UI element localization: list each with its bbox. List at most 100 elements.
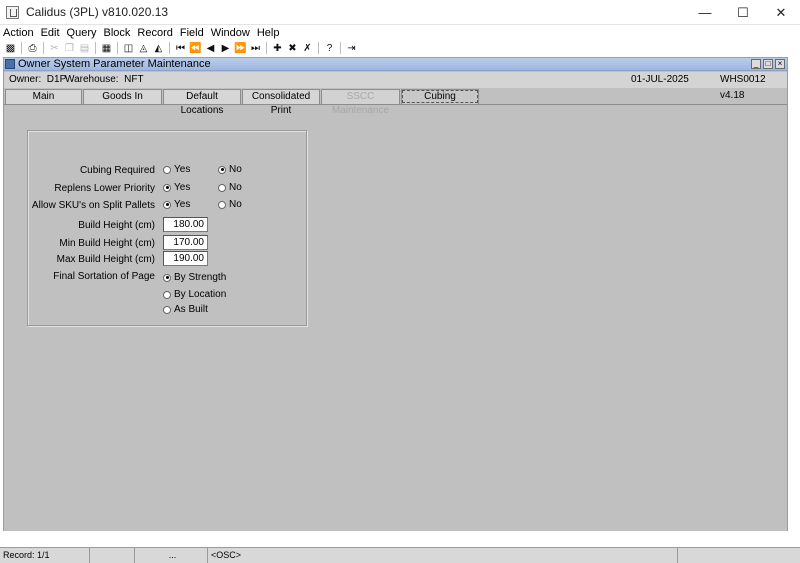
toolbar-separator	[117, 42, 118, 54]
radio-label: By Location	[174, 289, 227, 300]
menu-window[interactable]: Window	[207, 26, 253, 40]
replens-lower-priority-yes-radio[interactable]: Yes	[163, 182, 190, 193]
form-close-button[interactable]: ×	[775, 59, 785, 69]
list-of-values-indicator: ...	[135, 548, 208, 563]
window-title: Calidus (3PL) v810.020.13	[26, 5, 169, 19]
form-maximize-button[interactable]: □	[763, 59, 773, 69]
cubing-required-no-radio[interactable]: No	[218, 164, 242, 175]
radio-circle	[163, 305, 171, 314]
radio-label: No	[229, 199, 242, 210]
first-record-icon[interactable]: ⏮	[174, 42, 187, 55]
owner-value: D1P	[46, 74, 67, 85]
tab-consolidated-print[interactable]: Consolidated Print	[242, 89, 320, 116]
radio-circle	[218, 183, 226, 192]
last-record-icon[interactable]: ⏭	[249, 42, 262, 55]
replens-lower-priority-label: Replens Lower Priority	[54, 183, 155, 194]
menu-record[interactable]: Record	[133, 26, 175, 40]
next-block-icon[interactable]: ⏩	[234, 42, 247, 55]
cubing-parameters-group: Cubing Required Yes No Replens Lower Pri…	[27, 130, 307, 326]
menu-help[interactable]: Help	[253, 26, 283, 40]
maximize-button[interactable]: ☐	[724, 0, 762, 25]
toolbar-separator	[266, 42, 267, 54]
menu-action[interactable]: Action	[0, 26, 37, 40]
form-title: Owner System Parameter Maintenance	[18, 58, 211, 70]
next-record-icon[interactable]: ▶	[219, 42, 232, 55]
cancel-query-icon[interactable]: ◭	[152, 42, 165, 55]
tab-default-locations[interactable]: Default Locations	[163, 89, 241, 116]
window-title-bar: Calidus (3PL) v810.020.13 — ☐ ✕	[0, 0, 800, 25]
enter-query-icon[interactable]: ◫	[122, 42, 135, 55]
tab-main[interactable]: Main	[5, 89, 82, 104]
radio-circle-selected	[163, 273, 171, 282]
paste-icon[interactable]: ▤	[78, 42, 91, 55]
menu-block[interactable]: Block	[100, 26, 134, 40]
build-height-field[interactable]: 180.00	[163, 217, 208, 232]
min-build-height-field[interactable]: 170.00	[163, 235, 208, 250]
execute-query-icon[interactable]: ◬	[137, 42, 150, 55]
toolbar: ▩ ⎙ ✂ ❐ ▤ ▦ ◫ ◬ ◭ ⏮ ⏪ ◀ ▶ ⏩ ⏭ ✚ ✖ ✗ ? ⇥	[0, 40, 800, 56]
replens-lower-priority-no-radio[interactable]: No	[218, 182, 242, 193]
warehouse-value: NFT	[124, 74, 144, 85]
final-sortation-label: Final Sortation of Page	[53, 271, 155, 282]
screen-version: WHS0012 v4.18	[720, 72, 787, 104]
tab-cubing[interactable]: Cubing	[401, 89, 479, 104]
status-right	[678, 548, 800, 563]
message-line	[0, 531, 800, 547]
max-build-height-label: Max Build Height (cm)	[56, 254, 155, 265]
tab-goods-in[interactable]: Goods In	[83, 89, 162, 104]
copy-icon[interactable]: ❐	[63, 42, 76, 55]
context-bar: Owner: D1P Warehouse: NFT 01-JUL-2025 WH…	[4, 72, 787, 101]
menu-query[interactable]: Query	[63, 26, 100, 40]
clear-record-icon[interactable]: ✗	[301, 42, 314, 55]
version-number: v4.18	[720, 90, 745, 101]
help-icon[interactable]: ?	[323, 42, 336, 55]
save-icon[interactable]: ▩	[4, 42, 17, 55]
menu-bar: Action Edit Query Block Record Field Win…	[0, 26, 800, 40]
radio-circle-selected	[163, 200, 171, 209]
allow-skus-split-pallets-label: Allow SKU's on Split Pallets	[31, 200, 155, 211]
cut-icon[interactable]: ✂	[48, 42, 61, 55]
current-date: 01-JUL-2025	[631, 74, 689, 85]
allow-skus-split-yes-radio[interactable]: Yes	[163, 199, 190, 210]
exit-icon[interactable]: ⇥	[345, 42, 358, 55]
menu-field[interactable]: Field	[176, 26, 207, 40]
previous-block-icon[interactable]: ⏪	[189, 42, 202, 55]
toolbar-separator	[95, 42, 96, 54]
warehouse-label: Warehouse:	[65, 74, 119, 85]
radio-circle-selected	[218, 165, 226, 174]
toolbar-separator	[318, 42, 319, 54]
toolbar-separator	[43, 42, 44, 54]
max-build-height-field[interactable]: 190.00	[163, 251, 208, 266]
record-indicator: Record: 1/1	[0, 548, 90, 563]
clear-icon[interactable]: ▦	[100, 42, 113, 55]
status-bar: Record: 1/1 ... <OSC>	[0, 547, 800, 563]
previous-record-icon[interactable]: ◀	[204, 42, 217, 55]
tab-sscc-maintenance[interactable]: SSCC Maintenance	[321, 89, 400, 116]
radio-circle-selected	[163, 183, 171, 192]
toolbar-separator	[169, 42, 170, 54]
toolbar-separator	[21, 42, 22, 54]
sortation-by-strength-radio[interactable]: By Strength	[163, 272, 226, 283]
close-button[interactable]: ✕	[762, 0, 800, 25]
allow-skus-split-no-radio[interactable]: No	[218, 199, 242, 210]
sortation-by-location-radio[interactable]: By Location	[163, 289, 226, 300]
menu-edit[interactable]: Edit	[37, 26, 63, 40]
tab-divider	[4, 104, 787, 105]
status-spacer	[90, 548, 135, 563]
radio-label: As Built	[174, 304, 208, 315]
owner-label: Owner:	[9, 74, 42, 85]
print-icon[interactable]: ⎙	[26, 42, 39, 55]
radio-label: No	[229, 164, 242, 175]
radio-label: Yes	[174, 182, 191, 193]
radio-label: By Strength	[174, 272, 227, 283]
radio-circle	[163, 290, 171, 299]
form-minimize-button[interactable]: _	[751, 59, 761, 69]
minimize-button[interactable]: —	[686, 0, 724, 25]
sortation-as-built-radio[interactable]: As Built	[163, 304, 208, 315]
form-icon	[5, 59, 15, 69]
insert-record-icon[interactable]: ✚	[271, 42, 284, 55]
cubing-required-yes-radio[interactable]: Yes	[163, 164, 190, 175]
owner-info: Owner: D1P	[9, 72, 66, 88]
radio-label: No	[229, 182, 242, 193]
delete-record-icon[interactable]: ✖	[286, 42, 299, 55]
